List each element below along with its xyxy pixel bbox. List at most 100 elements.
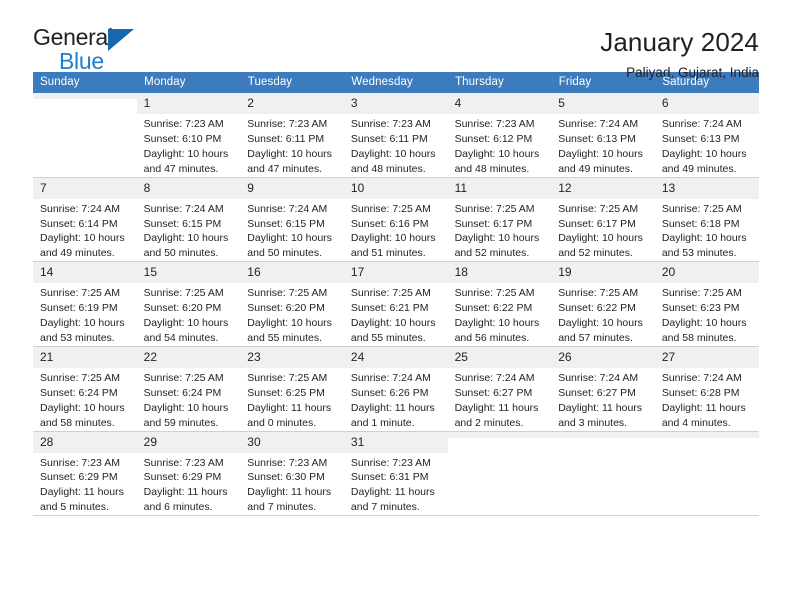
sunset-text: Sunset: 6:22 PM (558, 302, 636, 315)
week-row: 1 Sunrise: 7:23 AM Sunset: 6:10 PM Dayli… (33, 93, 759, 178)
daylight-text-line2: and 6 minutes. (143, 501, 213, 514)
day-number (447, 431, 552, 438)
week-row: 14 Sunrise: 7:25 AM Sunset: 6:19 PM Dayl… (33, 261, 759, 347)
day-number (33, 93, 137, 99)
day-cell[interactable]: 22 Sunrise: 7:25 AM Sunset: 6:24 PM Dayl… (136, 346, 241, 432)
day-details: Sunrise: 7:25 AM Sunset: 6:23 PM Dayligh… (655, 283, 759, 346)
day-cell[interactable]: 31 Sunrise: 7:23 AM Sunset: 6:31 PM Dayl… (343, 431, 448, 517)
sunset-text: Sunset: 6:15 PM (143, 217, 222, 230)
day-cell[interactable]: 26 Sunrise: 7:24 AM Sunset: 6:27 PM Dayl… (551, 346, 655, 432)
sunset-text: Sunset: 6:15 PM (247, 217, 325, 230)
day-cell[interactable]: 9 Sunrise: 7:24 AM Sunset: 6:15 PM Dayli… (240, 177, 344, 263)
day-details: Sunrise: 7:25 AM Sunset: 6:20 PM Dayligh… (240, 283, 344, 346)
sunset-text: Sunset: 6:13 PM (661, 132, 740, 145)
daylight-text-line2: and 53 minutes. (40, 331, 115, 344)
day-number: 14 (33, 262, 137, 284)
daylight-text-line2: and 58 minutes. (40, 416, 115, 429)
sunrise-text: Sunrise: 7:25 AM (247, 287, 328, 300)
day-cell[interactable]: 21 Sunrise: 7:25 AM Sunset: 6:24 PM Dayl… (33, 346, 137, 432)
sunset-text: Sunset: 6:13 PM (558, 132, 636, 145)
day-cell[interactable]: 12 Sunrise: 7:25 AM Sunset: 6:17 PM Dayl… (551, 177, 655, 263)
day-cell[interactable]: 13 Sunrise: 7:25 AM Sunset: 6:18 PM Dayl… (654, 177, 759, 263)
daylight-text-line1: Daylight: 10 hours (558, 232, 643, 245)
daylight-text-line1: Daylight: 10 hours (558, 147, 643, 160)
sunrise-text: Sunrise: 7:23 AM (247, 118, 328, 130)
day-cell[interactable]: 1 Sunrise: 7:23 AM Sunset: 6:10 PM Dayli… (136, 93, 241, 178)
day-cell[interactable]: 18 Sunrise: 7:25 AM Sunset: 6:22 PM Dayl… (447, 261, 552, 347)
day-cell[interactable]: 20 Sunrise: 7:25 AM Sunset: 6:23 PM Dayl… (654, 261, 759, 347)
daylight-text-line2: and 54 minutes. (143, 331, 219, 344)
sunrise-text: Sunrise: 7:24 AM (558, 371, 639, 384)
day-cell[interactable]: 3 Sunrise: 7:23 AM Sunset: 6:11 PM Dayli… (343, 93, 448, 178)
sunrise-text: Sunrise: 7:25 AM (454, 202, 535, 215)
day-cell[interactable]: 15 Sunrise: 7:25 AM Sunset: 6:20 PM Dayl… (136, 261, 241, 347)
day-cell[interactable]: 8 Sunrise: 7:24 AM Sunset: 6:15 PM Dayli… (136, 177, 241, 263)
day-cell[interactable]: 23 Sunrise: 7:25 AM Sunset: 6:25 PM Dayl… (240, 346, 344, 432)
sunset-text: Sunset: 6:16 PM (350, 217, 429, 230)
day-number: 1 (136, 93, 241, 114)
daylight-text-line1: Daylight: 10 hours (558, 317, 643, 330)
day-cell-empty (33, 93, 137, 178)
daylight-text-line1: Daylight: 11 hours (558, 401, 643, 414)
daylight-text-line2: and 3 minutes. (558, 416, 628, 429)
day-cell[interactable]: 19 Sunrise: 7:25 AM Sunset: 6:22 PM Dayl… (551, 261, 655, 347)
day-details: Sunrise: 7:24 AM Sunset: 6:14 PM Dayligh… (33, 199, 137, 262)
day-details: Sunrise: 7:23 AM Sunset: 6:29 PM Dayligh… (33, 453, 137, 516)
day-cell[interactable]: 10 Sunrise: 7:25 AM Sunset: 6:16 PM Dayl… (343, 177, 448, 263)
daylight-text-line2: and 48 minutes. (350, 162, 426, 175)
daylight-text-line2: and 0 minutes. (247, 416, 317, 429)
day-cell[interactable]: 27 Sunrise: 7:24 AM Sunset: 6:28 PM Dayl… (654, 346, 759, 432)
daylight-text-line2: and 4 minutes. (661, 416, 731, 429)
day-details: Sunrise: 7:24 AM Sunset: 6:28 PM Dayligh… (655, 368, 759, 431)
daylight-text-line2: and 47 minutes. (143, 162, 219, 175)
daylight-text-line1: Daylight: 10 hours (454, 147, 540, 160)
day-cell[interactable]: 25 Sunrise: 7:24 AM Sunset: 6:27 PM Dayl… (447, 346, 552, 432)
daylight-text-line1: Daylight: 11 hours (350, 486, 435, 499)
day-cell[interactable]: 2 Sunrise: 7:23 AM Sunset: 6:11 PM Dayli… (240, 93, 344, 178)
sunrise-text: Sunrise: 7:25 AM (247, 371, 328, 384)
day-cell[interactable]: 5 Sunrise: 7:24 AM Sunset: 6:13 PM Dayli… (551, 93, 655, 178)
page-title: January 2024 (600, 27, 759, 57)
sunset-text: Sunset: 6:18 PM (661, 217, 740, 230)
day-number: 2 (240, 93, 344, 114)
daylight-text-line2: and 2 minutes. (454, 416, 524, 429)
day-cell[interactable]: 16 Sunrise: 7:25 AM Sunset: 6:20 PM Dayl… (240, 261, 344, 347)
day-cell[interactable]: 28 Sunrise: 7:23 AM Sunset: 6:29 PM Dayl… (33, 431, 137, 517)
day-cell[interactable]: 17 Sunrise: 7:25 AM Sunset: 6:21 PM Dayl… (343, 261, 448, 347)
day-cell[interactable]: 14 Sunrise: 7:25 AM Sunset: 6:19 PM Dayl… (33, 261, 137, 347)
day-cell[interactable]: 7 Sunrise: 7:24 AM Sunset: 6:14 PM Dayli… (33, 177, 137, 263)
day-details: Sunrise: 7:24 AM Sunset: 6:15 PM Dayligh… (240, 199, 344, 262)
day-cell[interactable]: 24 Sunrise: 7:24 AM Sunset: 6:26 PM Dayl… (343, 346, 448, 432)
day-number: 8 (136, 177, 241, 199)
sunrise-text: Sunrise: 7:25 AM (454, 287, 535, 300)
sunrise-text: Sunrise: 7:24 AM (143, 202, 224, 215)
sunrise-text: Sunrise: 7:25 AM (661, 202, 742, 215)
day-number (551, 431, 655, 438)
day-details: Sunrise: 7:23 AM Sunset: 6:29 PM Dayligh… (137, 453, 241, 516)
daylight-text-line1: Daylight: 10 hours (350, 147, 436, 160)
day-cell[interactable]: 4 Sunrise: 7:23 AM Sunset: 6:12 PM Dayli… (447, 93, 552, 178)
sunset-text: Sunset: 6:25 PM (247, 386, 325, 399)
brand-logo[interactable]: General Blue (33, 26, 143, 73)
day-cell[interactable]: 29 Sunrise: 7:23 AM Sunset: 6:29 PM Dayl… (136, 431, 241, 517)
sunset-text: Sunset: 6:21 PM (350, 302, 429, 315)
weekday-header-tuesday: Tuesday (240, 72, 345, 93)
day-details: Sunrise: 7:25 AM Sunset: 6:24 PM Dayligh… (137, 368, 241, 431)
day-number: 18 (447, 262, 552, 284)
day-details: Sunrise: 7:25 AM Sunset: 6:19 PM Dayligh… (33, 283, 137, 346)
day-number (654, 431, 759, 438)
sunset-text: Sunset: 6:22 PM (454, 302, 533, 315)
daylight-text-line2: and 5 minutes. (40, 501, 109, 514)
day-number: 31 (343, 431, 448, 453)
daylight-text-line1: Daylight: 11 hours (143, 486, 228, 499)
daylight-text-line2: and 55 minutes. (350, 331, 426, 344)
day-details: Sunrise: 7:25 AM Sunset: 6:21 PM Dayligh… (344, 283, 448, 346)
day-number: 4 (447, 93, 552, 114)
day-cell[interactable]: 30 Sunrise: 7:23 AM Sunset: 6:30 PM Dayl… (240, 431, 344, 517)
sunrise-text: Sunrise: 7:23 AM (350, 456, 431, 469)
day-cell[interactable]: 6 Sunrise: 7:24 AM Sunset: 6:13 PM Dayli… (654, 93, 759, 178)
sunset-text: Sunset: 6:11 PM (350, 132, 428, 145)
sunrise-text: Sunrise: 7:23 AM (143, 456, 224, 469)
daylight-text-line2: and 7 minutes. (350, 501, 420, 514)
day-cell[interactable]: 11 Sunrise: 7:25 AM Sunset: 6:17 PM Dayl… (447, 177, 552, 263)
